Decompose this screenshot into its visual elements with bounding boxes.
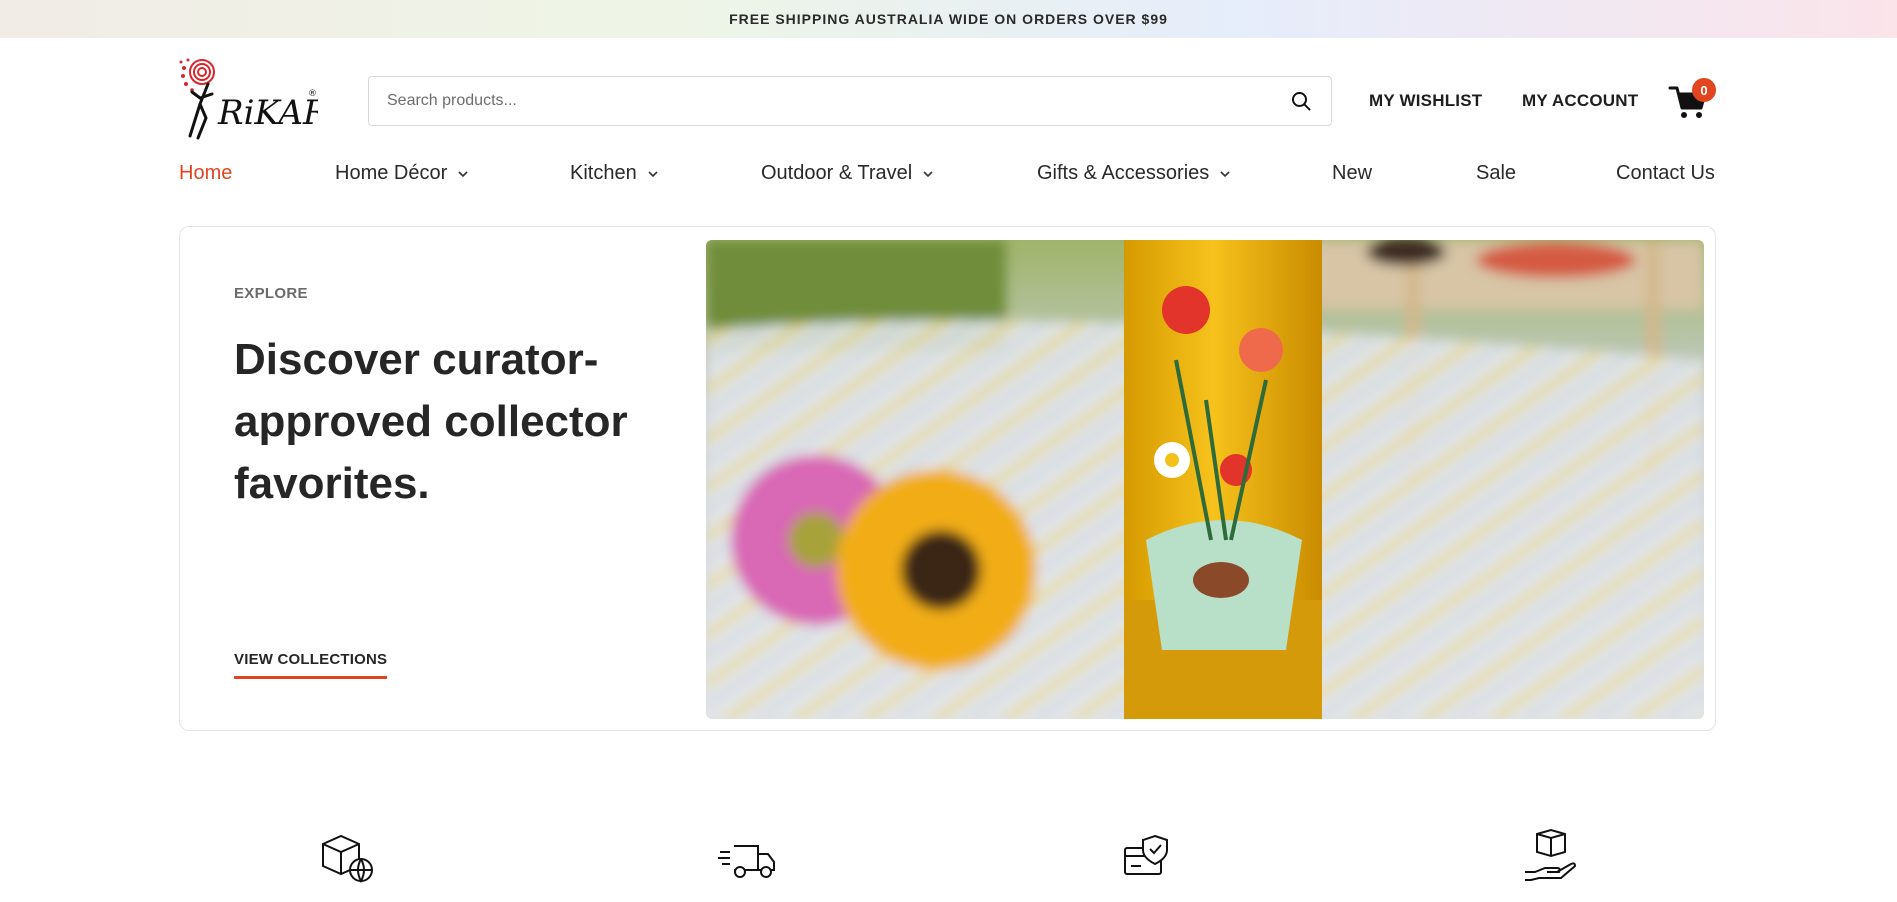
nav-item-kitchen[interactable]: Kitchen xyxy=(570,162,659,185)
view-collections-link[interactable]: VIEW COLLECTIONS xyxy=(234,651,388,679)
nav-item-home[interactable]: Home xyxy=(179,162,232,185)
global-box-icon xyxy=(322,834,373,884)
nav-label: Contact Us xyxy=(1616,162,1715,184)
nav-item-new[interactable]: New xyxy=(1332,162,1372,185)
nav-label: Sale xyxy=(1476,162,1517,184)
chevron-down-icon xyxy=(648,170,658,177)
hero-banner: EXPLORE Discover curator-approved collec… xyxy=(179,226,1716,731)
hand-box-icon xyxy=(1525,828,1577,881)
nav-item-contact-us[interactable]: Contact Us xyxy=(1616,162,1715,185)
chevron-down-icon xyxy=(458,170,468,177)
brand-logo[interactable]: RiKARO ® xyxy=(178,58,318,144)
cart-count-badge: 0 xyxy=(1692,78,1716,102)
nav-item-home-decor[interactable]: Home Décor xyxy=(335,162,469,185)
nav-item-gifts-accessories[interactable]: Gifts & Accessories xyxy=(1037,162,1231,185)
search-bar xyxy=(368,76,1332,126)
svg-text:®: ® xyxy=(308,89,317,99)
nav-item-outdoor-travel[interactable]: Outdoor & Travel xyxy=(761,162,934,185)
svg-text:RiKARO: RiKARO xyxy=(217,93,318,133)
nav-label: New xyxy=(1332,162,1373,184)
hero-headline: Discover curator-approved collector favo… xyxy=(234,335,628,508)
wishlist-link[interactable]: MY WISHLIST xyxy=(1369,91,1482,111)
search-icon[interactable] xyxy=(1289,89,1313,113)
announcement-bar: FREE SHIPPING AUSTRALIA WIDE ON ORDERS O… xyxy=(0,0,1897,38)
search-input[interactable] xyxy=(387,92,1289,110)
secure-payment-icon xyxy=(1124,834,1168,875)
nav-label: Kitchen xyxy=(570,162,637,184)
account-link[interactable]: MY ACCOUNT xyxy=(1522,91,1638,111)
chevron-down-icon xyxy=(1220,170,1230,177)
hero-image[interactable] xyxy=(706,240,1704,719)
hero-eyebrow: EXPLORE xyxy=(234,285,308,302)
nav-label: Gifts & Accessories xyxy=(1037,162,1210,184)
announcement-text: FREE SHIPPING AUSTRALIA WIDE ON ORDERS O… xyxy=(729,11,1168,27)
nav-label: Outdoor & Travel xyxy=(761,162,913,184)
nav-label: Home Décor xyxy=(335,162,448,184)
chevron-down-icon xyxy=(923,170,933,177)
nav-label: Home xyxy=(179,162,233,184)
main-nav: Home Home Décor Kitchen Outdoor & Travel… xyxy=(179,162,1716,186)
nav-item-sale[interactable]: Sale xyxy=(1476,162,1516,185)
delivery-truck-icon xyxy=(718,845,775,878)
